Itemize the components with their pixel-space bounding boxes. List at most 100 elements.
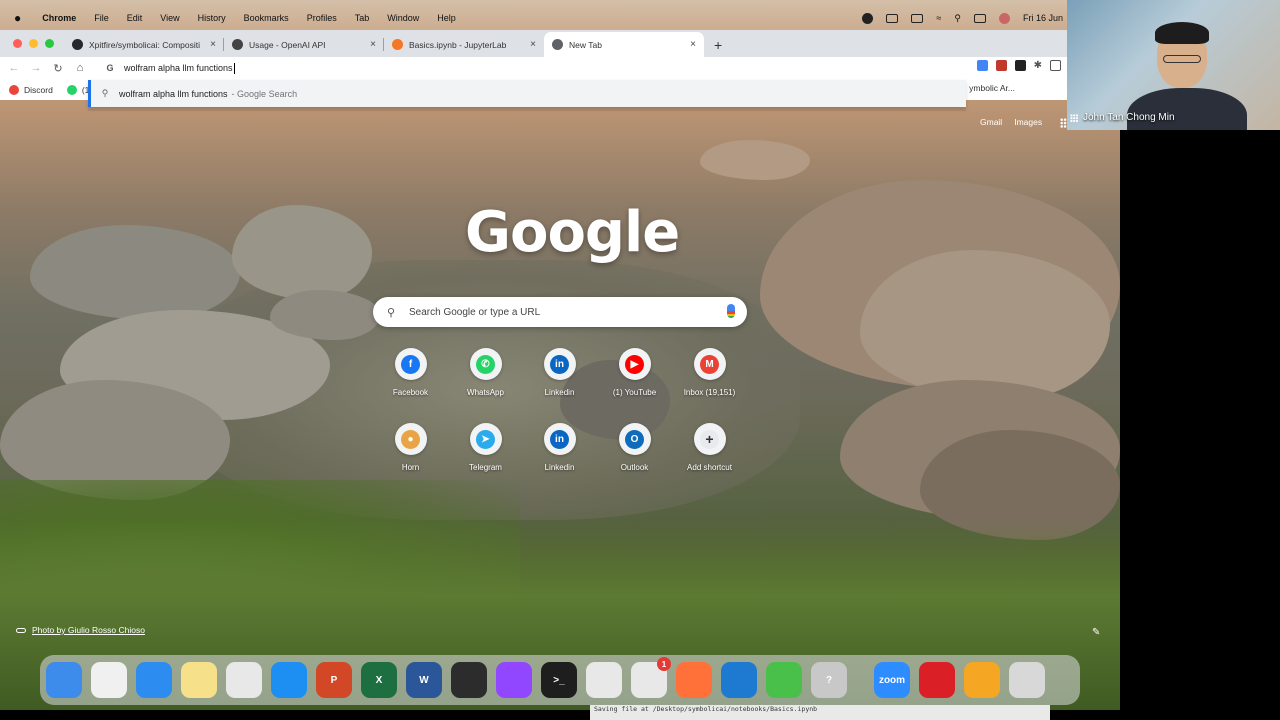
gmail-link[interactable]: Gmail: [980, 117, 1002, 127]
dock-app-help[interactable]: ?: [811, 662, 847, 698]
shortcut-tile[interactable]: ● Horn: [373, 423, 448, 472]
control-center-icon[interactable]: [973, 13, 986, 23]
window-controls: [0, 30, 64, 57]
dock-app-unity[interactable]: [451, 662, 487, 698]
participant-hair: [1155, 22, 1209, 44]
shortcut-tile[interactable]: + Add shortcut: [672, 423, 747, 472]
close-window-button[interactable]: [13, 39, 22, 48]
terminal-output: Saving file at /Desktop/symbolicai/noteb…: [590, 705, 1050, 720]
shortcut-icon-bubble: ✆: [469, 348, 502, 380]
dock-app-firefox[interactable]: [676, 662, 712, 698]
wifi-icon[interactable]: ≈: [936, 13, 941, 23]
input-source-icon[interactable]: [886, 13, 899, 23]
participant-glasses: [1163, 55, 1201, 63]
dock-app-trash[interactable]: [1009, 662, 1045, 698]
shortcut-tile[interactable]: ➤ Telegram: [448, 423, 523, 472]
shortcut-tile[interactable]: O Outlook: [597, 423, 672, 472]
google-search-box[interactable]: ⚲ Search Google or type a URL: [373, 297, 747, 327]
shortcut-icon-bubble: O: [618, 423, 651, 455]
shortcut-label: Facebook: [392, 388, 429, 397]
background-rock: [270, 290, 380, 340]
shortcut-icon-bubble: ●: [394, 423, 427, 455]
extension-icons: ✱: [976, 60, 1067, 71]
puzzle-icon[interactable]: ✱: [1034, 60, 1042, 71]
dock-app-creative-cloud[interactable]: [919, 662, 955, 698]
jupyter-icon: [392, 39, 403, 50]
photo-credit-link[interactable]: Photo by Giulio Rosso Chioso: [16, 625, 145, 635]
dock-app-excel[interactable]: X: [361, 662, 397, 698]
browser-tab[interactable]: Usage - OpenAI API ×: [224, 32, 384, 57]
shortcut-tile[interactable]: in Linkedin: [522, 348, 597, 397]
google-g-icon: G: [106, 63, 114, 73]
dock-app-powerpoint[interactable]: P: [316, 662, 352, 698]
google-header-links: Gmail Images: [980, 117, 1042, 127]
translate-extension-icon[interactable]: [976, 60, 988, 71]
minimize-window-button[interactable]: [29, 39, 38, 48]
dock-app-chrome[interactable]: [226, 662, 262, 698]
reload-icon[interactable]: ↻: [47, 62, 69, 75]
zoom-window-button[interactable]: [45, 39, 54, 48]
shortcut-icon: in: [550, 354, 569, 374]
suggestion-suffix: - Google Search: [231, 88, 298, 99]
dock-app-home[interactable]: [964, 662, 1000, 698]
dock-app-zoom[interactable]: zoom: [874, 662, 910, 698]
shortcut-label: Horn: [401, 463, 420, 472]
link-icon: [16, 627, 26, 633]
browser-tab-active[interactable]: New Tab ×: [544, 32, 704, 57]
shortcut-icon-bubble: ➤: [469, 423, 502, 455]
close-tab-icon[interactable]: ×: [210, 39, 216, 50]
shortcut-tile[interactable]: M Inbox (19,151): [672, 348, 747, 397]
dock-app-script-editor[interactable]: [586, 662, 622, 698]
shortcut-icon: f: [401, 354, 420, 374]
dock-app-word[interactable]: W: [406, 662, 442, 698]
dock-app-microsoft[interactable]: 1: [631, 657, 671, 698]
images-link[interactable]: Images: [1014, 117, 1042, 127]
dock-app-activity[interactable]: [766, 662, 802, 698]
omnibox-suggestion[interactable]: ⚲ wolfram alpha llm functions - Google S…: [88, 80, 966, 107]
customize-pencil-icon[interactable]: ✎: [1092, 627, 1100, 638]
sidebar-icon[interactable]: [1050, 60, 1061, 71]
dock-app-finder[interactable]: [46, 662, 82, 698]
dock-app-vs-code[interactable]: [721, 662, 757, 698]
microphone-icon[interactable]: [727, 304, 735, 318]
browser-tab[interactable]: Basics.ipynb - JupyterLab ×: [384, 32, 544, 57]
menu-clock[interactable]: Fri 16 Jun: [1023, 13, 1063, 23]
suggestion-query: wolfram alpha llm functions: [119, 88, 228, 99]
shortcut-tile[interactable]: in Linkedin: [522, 423, 597, 472]
close-tab-icon[interactable]: ×: [530, 39, 536, 50]
dock-app-twitch[interactable]: [496, 662, 532, 698]
dock-app-app-store[interactable]: [271, 662, 307, 698]
close-tab-icon[interactable]: ×: [690, 39, 696, 50]
bookmark-item[interactable]: ymbolic Ar...: [969, 83, 1015, 93]
ghost-extension-icon[interactable]: [1014, 60, 1026, 71]
bookmark-item[interactable]: Discord: [0, 84, 53, 95]
shortcut-label: Linkedin: [544, 463, 575, 472]
dock-app-safari[interactable]: [136, 662, 172, 698]
battery-icon[interactable]: [911, 13, 924, 23]
bookmark-item[interactable]: (1): [53, 84, 92, 95]
dock-app-notes[interactable]: [181, 662, 217, 698]
siri-icon[interactable]: [998, 12, 1010, 24]
back-icon[interactable]: ←: [3, 62, 25, 74]
shortcut-tile[interactable]: ✆ WhatsApp: [448, 348, 523, 397]
shortcut-label: WhatsApp: [467, 388, 504, 397]
address-bar-value: wolfram alpha llm functions: [124, 63, 233, 73]
browser-tab[interactable]: Xpitfire/symbolicai: Compositi ×: [64, 32, 224, 57]
notification-badge: 1: [657, 657, 671, 671]
bookmark-label: Discord: [24, 84, 53, 95]
search-placeholder: Search Google or type a URL: [409, 306, 541, 318]
shortcut-tile[interactable]: ▶ (1) YouTube: [597, 348, 672, 397]
macos-dock: P X W >_ 1? zoom: [40, 655, 1080, 705]
whatsapp-icon: [66, 84, 77, 95]
shortcut-tile[interactable]: f Facebook: [373, 348, 448, 397]
red-extension-icon[interactable]: [995, 60, 1007, 71]
dock-app-terminal[interactable]: >_: [541, 662, 577, 698]
forward-icon[interactable]: →: [25, 62, 47, 74]
address-bar[interactable]: G wolfram alpha llm functions: [92, 57, 966, 79]
home-icon[interactable]: ⌂: [69, 62, 91, 74]
close-tab-icon[interactable]: ×: [370, 39, 376, 50]
dock-app-launchpad[interactable]: [91, 662, 127, 698]
status-app-icon[interactable]: [862, 12, 874, 24]
new-tab-button[interactable]: +: [704, 32, 732, 57]
spotlight-icon[interactable]: ⚲: [954, 13, 961, 24]
